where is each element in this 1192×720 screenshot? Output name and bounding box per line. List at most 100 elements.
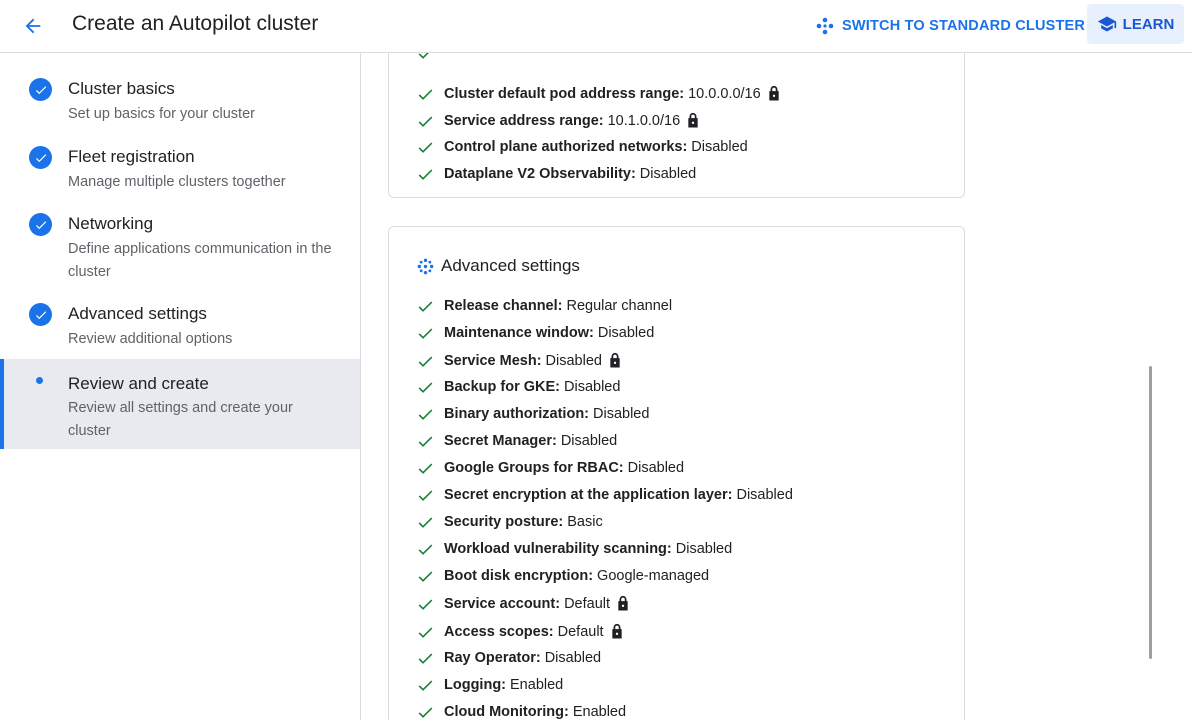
row-label: Access scopes: [444, 623, 554, 640]
step-subtitle: Review additional options [68, 331, 233, 347]
step-subtitle: Set up basics for your cluster [68, 106, 255, 122]
row-label: Logging: [444, 677, 507, 693]
step-cluster-basics[interactable]: Cluster basics Set up basics for your cl… [0, 71, 360, 129]
check-circle-icon [29, 146, 52, 169]
row-value: Disabled [545, 352, 602, 369]
summary-row: Control plane authorized networks: Disab… [417, 139, 748, 155]
row-label: Workload vulnerability scanning: [444, 541, 672, 557]
check-circle-icon [29, 213, 52, 236]
row-label: Backup for GKE: [444, 379, 561, 395]
summary-row: Service Mesh: Disabled [417, 352, 622, 369]
row-label: Secret Manager: [444, 433, 557, 449]
row-value: Disabled [564, 379, 621, 395]
step-title: Networking [68, 214, 154, 233]
check-icon [418, 680, 433, 691]
row-value: Disabled [627, 460, 685, 476]
scrollbar[interactable] [1149, 366, 1152, 659]
row-label: Release channel: [444, 298, 563, 314]
row-label: Service address range: [444, 112, 604, 129]
row-label: Security posture: [444, 514, 564, 530]
stepper-sidebar: Cluster basics Set up basics for your cl… [0, 53, 361, 720]
check-icon [418, 355, 433, 367]
learn-label: LEARN [1122, 15, 1175, 33]
row-label: Control plane authorized networks: [444, 139, 688, 155]
summary-row: Secret encryption at the application lay… [417, 487, 793, 503]
summary-row: Cloud Monitoring: Enabled [417, 704, 626, 720]
check-icon [418, 328, 433, 339]
step-advanced-settings[interactable]: Advanced settings Review additional opti… [0, 296, 360, 354]
check-icon [418, 626, 433, 638]
row-value: Disabled [593, 406, 650, 422]
lock-icon [611, 623, 622, 639]
summary-row: Maintenance window: Disabled [417, 325, 654, 341]
lock-icon [618, 595, 628, 611]
step-subtitle: Manage multiple clusters together [68, 174, 286, 190]
step-title: Cluster basics [68, 79, 175, 98]
standard-cluster-icon [816, 17, 834, 35]
row-value: Disabled [544, 650, 602, 666]
summary-row: Cluster default pod address range: 10.0.… [417, 85, 781, 102]
row-label: Dataplane V2 Observability: [444, 166, 636, 182]
check-icon [418, 301, 433, 312]
step-networking[interactable]: Networking Define applications communica… [0, 206, 360, 286]
row-value: 10.1.0.0/16 [607, 112, 681, 129]
row-value: Disabled [597, 325, 655, 341]
check-icon [418, 142, 433, 153]
lock-icon [769, 85, 779, 101]
row-value: Disabled [675, 541, 733, 557]
summary-row: Google Groups for RBAC: Disabled [417, 460, 684, 476]
lock-icon [610, 352, 620, 368]
row-value: Default [564, 595, 611, 612]
check-icon [418, 115, 433, 127]
review-content: Cluster default pod address range: 10.0.… [361, 53, 1192, 720]
page-title: Create an Autopilot cluster [72, 12, 319, 35]
check-icon [418, 53, 429, 59]
row-label: Google Groups for RBAC: [444, 460, 624, 476]
step-fleet-registration[interactable]: Fleet registration Manage multiple clust… [0, 139, 360, 197]
row-value: Enabled [572, 704, 627, 720]
check-icon [418, 544, 433, 555]
row-value: Disabled [639, 166, 697, 182]
lock-icon [688, 112, 698, 128]
check-icon [418, 436, 433, 447]
row-label: Service Mesh: [444, 352, 542, 369]
check-icon [418, 571, 433, 582]
summary-row: Release channel: Regular channel [417, 298, 672, 314]
row-label: Service account: [444, 595, 561, 612]
summary-row: Backup for GKE: Disabled [417, 379, 620, 395]
advanced-settings-icon [417, 258, 434, 274]
check-icon [418, 598, 433, 610]
check-icon [418, 653, 433, 664]
switch-to-standard-label: SWITCH TO STANDARD CLUSTER [842, 18, 1086, 34]
top-app-bar: Create an Autopilot cluster SWITCH TO ST… [0, 0, 1192, 53]
section-title: Advanced settings [441, 256, 580, 275]
row-label: Boot disk encryption: [444, 568, 594, 584]
step-title: Advanced settings [68, 304, 207, 323]
check-circle-icon [29, 303, 52, 326]
check-icon [418, 409, 433, 420]
check-icon [418, 707, 433, 718]
check-icon [418, 463, 433, 474]
advanced-settings-summary-card: Advanced settings Release channel: Regul… [388, 226, 965, 720]
row-label: Cluster default pod address range: [444, 85, 685, 102]
step-subtitle: Review all settings and create your clus… [68, 400, 293, 439]
row-value: Disabled [736, 487, 793, 503]
summary-row: Security posture: Basic [417, 514, 603, 530]
row-label: Secret encryption at the application lay… [444, 487, 733, 503]
row-value: Default [557, 623, 604, 640]
row-label: Ray Operator: [444, 650, 541, 666]
step-subtitle: Define applications communication in the… [68, 241, 332, 280]
row-label: Cloud Monitoring: [444, 704, 569, 720]
summary-row: Service address range: 10.1.0.0/16 [417, 112, 700, 129]
learn-button[interactable]: LEARN [1087, 4, 1184, 44]
back-button[interactable] [18, 11, 48, 41]
current-step-dot-icon [36, 377, 43, 384]
row-value: Disabled [560, 433, 618, 449]
summary-row: Workload vulnerability scanning: Disable… [417, 541, 732, 557]
switch-to-standard-button[interactable]: SWITCH TO STANDARD CLUSTER [816, 10, 1085, 42]
arrow-back-icon [25, 18, 41, 34]
section-header: Advanced settings [417, 256, 580, 276]
step-review-and-create[interactable]: Review and create Review all settings an… [0, 359, 360, 449]
networking-summary-card: Cluster default pod address range: 10.0.… [388, 53, 965, 198]
check-circle-icon [29, 78, 52, 101]
